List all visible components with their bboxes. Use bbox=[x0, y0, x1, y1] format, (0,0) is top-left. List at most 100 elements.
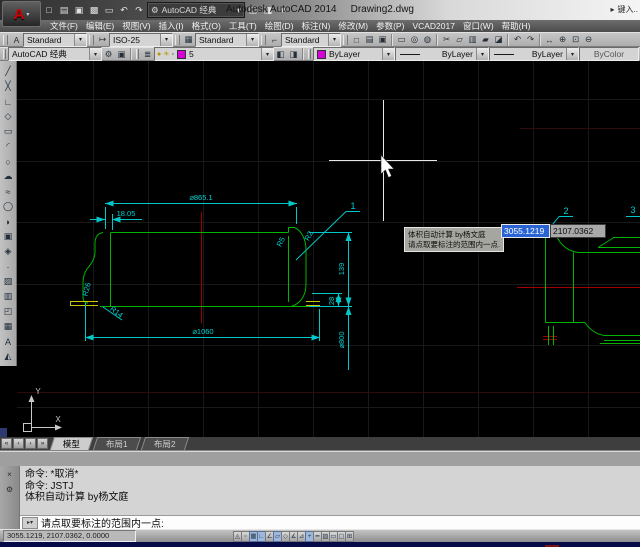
add-selected-icon[interactable]: ◭ bbox=[1, 349, 16, 364]
toolbar-grip[interactable] bbox=[3, 49, 6, 59]
ellipse-icon[interactable]: ◯ bbox=[1, 199, 16, 214]
workspace-save-icon[interactable]: ▣ bbox=[115, 48, 128, 60]
application-menu-button[interactable]: A ▾ bbox=[2, 1, 41, 27]
workspaces-combo[interactable]: AutoCAD 经典 ▾ bbox=[8, 47, 102, 61]
plot-preview-icon[interactable]: ◎ bbox=[408, 34, 421, 46]
save-icon[interactable]: ▣ bbox=[376, 34, 389, 46]
paste-icon[interactable]: ▥ bbox=[466, 34, 479, 46]
chevron-down-icon[interactable]: ▾ bbox=[74, 34, 86, 46]
menu-help[interactable]: 帮助(H) bbox=[498, 20, 535, 32]
plot-icon[interactable]: ▭ bbox=[395, 34, 408, 46]
toolbar-grip[interactable] bbox=[89, 35, 94, 45]
pan-icon[interactable]: ↔ bbox=[543, 34, 556, 46]
close-icon[interactable]: × bbox=[3, 468, 16, 480]
rectangle-icon[interactable]: ▭ bbox=[1, 124, 16, 139]
chevron-down-icon[interactable]: ▾ bbox=[566, 48, 578, 60]
menu-dimension[interactable]: 标注(N) bbox=[298, 20, 335, 32]
menu-parametric[interactable]: 参数(P) bbox=[372, 20, 408, 32]
chevron-down-icon[interactable]: ▾ bbox=[89, 48, 101, 60]
layer-color-chip[interactable] bbox=[177, 50, 186, 59]
zoom-previous-icon[interactable]: ⊖ bbox=[582, 34, 595, 46]
color-combo[interactable]: ByLayer ▾ bbox=[313, 47, 395, 61]
cut-icon[interactable]: ✂ bbox=[440, 34, 453, 46]
zoom-window-icon[interactable]: ⊡ bbox=[569, 34, 582, 46]
layer-plot-icon[interactable]: ▫ bbox=[172, 51, 174, 58]
infocenter-search[interactable]: ▸ 键入.. bbox=[611, 4, 638, 15]
linetype-combo[interactable]: ByLayer ▾ bbox=[395, 47, 489, 61]
construction-line-icon[interactable]: ╳ bbox=[1, 79, 16, 94]
workspace-settings-icon[interactable]: ⚙ bbox=[102, 48, 115, 60]
dynamic-input-x[interactable]: 3055.1219 bbox=[501, 224, 550, 238]
wrench-icon[interactable]: ⚙ bbox=[3, 483, 16, 495]
menu-edit[interactable]: 编辑(E) bbox=[82, 20, 118, 32]
point-icon[interactable]: · bbox=[1, 259, 16, 274]
lineweight-combo[interactable]: ByLayer ▾ bbox=[489, 47, 579, 61]
polyline-icon[interactable]: ∟ bbox=[1, 94, 16, 109]
menu-tools[interactable]: 工具(T) bbox=[225, 20, 261, 32]
layer-properties-icon[interactable]: ≣ bbox=[141, 48, 154, 60]
hatch-icon[interactable]: ▨ bbox=[1, 274, 16, 289]
table-icon[interactable]: ▦ bbox=[1, 319, 16, 334]
tab-first-button[interactable]: « bbox=[1, 438, 12, 449]
annotation-monitor-toggle[interactable]: ⊞ bbox=[345, 531, 354, 542]
new-icon[interactable]: □ bbox=[350, 34, 363, 46]
arc-icon[interactable]: ◜ bbox=[1, 139, 16, 154]
menu-draw[interactable]: 绘图(D) bbox=[261, 20, 298, 32]
zoom-realtime-icon[interactable]: ⊕ bbox=[556, 34, 569, 46]
match-properties-icon[interactable]: ▰ bbox=[479, 34, 492, 46]
tab-next-button[interactable]: › bbox=[25, 438, 36, 449]
toolbar-grip[interactable] bbox=[343, 35, 348, 45]
toolbar-grip[interactable] bbox=[136, 49, 139, 59]
coordinate-readout[interactable]: 3055.1219, 2107.0362, 0.0000 bbox=[3, 530, 136, 542]
menu-window[interactable]: 窗口(W) bbox=[459, 20, 498, 32]
circle-icon[interactable]: ○ bbox=[1, 154, 16, 169]
menu-vcad2017[interactable]: VCAD2017 bbox=[408, 21, 459, 31]
polygon-icon[interactable]: ◇ bbox=[1, 109, 16, 124]
chevron-down-icon[interactable]: ▾ bbox=[261, 48, 273, 60]
chevron-down-icon[interactable]: ▾ bbox=[328, 34, 340, 46]
menu-modify[interactable]: 修改(M) bbox=[334, 20, 372, 32]
layer-previous-icon[interactable]: ◨ bbox=[287, 48, 300, 60]
mleader-style-combo[interactable]: Standard ▾ bbox=[281, 33, 341, 47]
chevron-down-icon[interactable]: ▾ bbox=[246, 34, 258, 46]
command-input-line[interactable]: ▸▾ 请点取要标注的范围内一点: bbox=[20, 515, 640, 529]
toolbar-grip[interactable] bbox=[175, 35, 180, 45]
open-icon[interactable]: ▤ bbox=[363, 34, 376, 46]
region-icon[interactable]: ◰ bbox=[1, 304, 16, 319]
menu-view[interactable]: 视图(V) bbox=[118, 20, 154, 32]
tab-last-button[interactable]: » bbox=[37, 438, 48, 449]
mtext-icon[interactable]: A bbox=[1, 334, 16, 349]
block-editor-icon[interactable]: ◪ bbox=[492, 34, 505, 46]
layer-states-icon[interactable]: ◧ bbox=[274, 48, 287, 60]
menu-format[interactable]: 格式(O) bbox=[188, 20, 225, 32]
undo-icon[interactable]: ↶ bbox=[511, 34, 524, 46]
redo-icon[interactable]: ↷ bbox=[524, 34, 537, 46]
toolbar-grip[interactable] bbox=[3, 35, 8, 45]
drawing-area[interactable]: ⌀865.1 18.05 R5 R2 139 28 ⌀1060 ⌀800 R26… bbox=[0, 61, 640, 437]
part-right-outline[interactable] bbox=[546, 229, 640, 346]
copy-icon[interactable]: ▱ bbox=[453, 34, 466, 46]
line-icon[interactable]: ╱ bbox=[1, 64, 16, 79]
chevron-down-icon[interactable]: ▾ bbox=[382, 48, 394, 60]
dynamic-input-y[interactable]: 2107.0362 bbox=[550, 224, 606, 238]
ellipse-arc-icon[interactable]: ◗ bbox=[1, 214, 16, 229]
toolbar-grip[interactable] bbox=[261, 35, 266, 45]
layer-combo[interactable]: ● ☀ ▫ 5 ▾ bbox=[154, 47, 274, 61]
gradient-icon[interactable]: ▥ bbox=[1, 289, 16, 304]
menu-insert[interactable]: 插入(I) bbox=[155, 20, 188, 32]
revcloud-icon[interactable]: ☁ bbox=[1, 169, 16, 184]
insert-block-icon[interactable]: ▣ bbox=[1, 229, 16, 244]
dim-style-combo[interactable]: ISO-25 ▾ bbox=[109, 33, 173, 47]
publish-icon[interactable]: ◍ bbox=[421, 34, 434, 46]
chevron-down-icon[interactable]: ▾ bbox=[476, 48, 488, 60]
spline-icon[interactable]: ≈ bbox=[1, 184, 16, 199]
toolbar-grip[interactable] bbox=[308, 49, 311, 59]
table-style-combo[interactable]: Standard ▾ bbox=[195, 33, 259, 47]
menu-file[interactable]: 文件(F) bbox=[46, 20, 82, 32]
tab-layout2[interactable]: 布局2 bbox=[141, 437, 189, 450]
layer-on-icon[interactable]: ● bbox=[157, 51, 161, 58]
tab-prev-button[interactable]: ‹ bbox=[13, 438, 24, 449]
chevron-down-icon[interactable]: ▾ bbox=[160, 34, 172, 46]
make-block-icon[interactable]: ◈ bbox=[1, 244, 16, 259]
tab-layout1[interactable]: 布局1 bbox=[93, 437, 141, 450]
